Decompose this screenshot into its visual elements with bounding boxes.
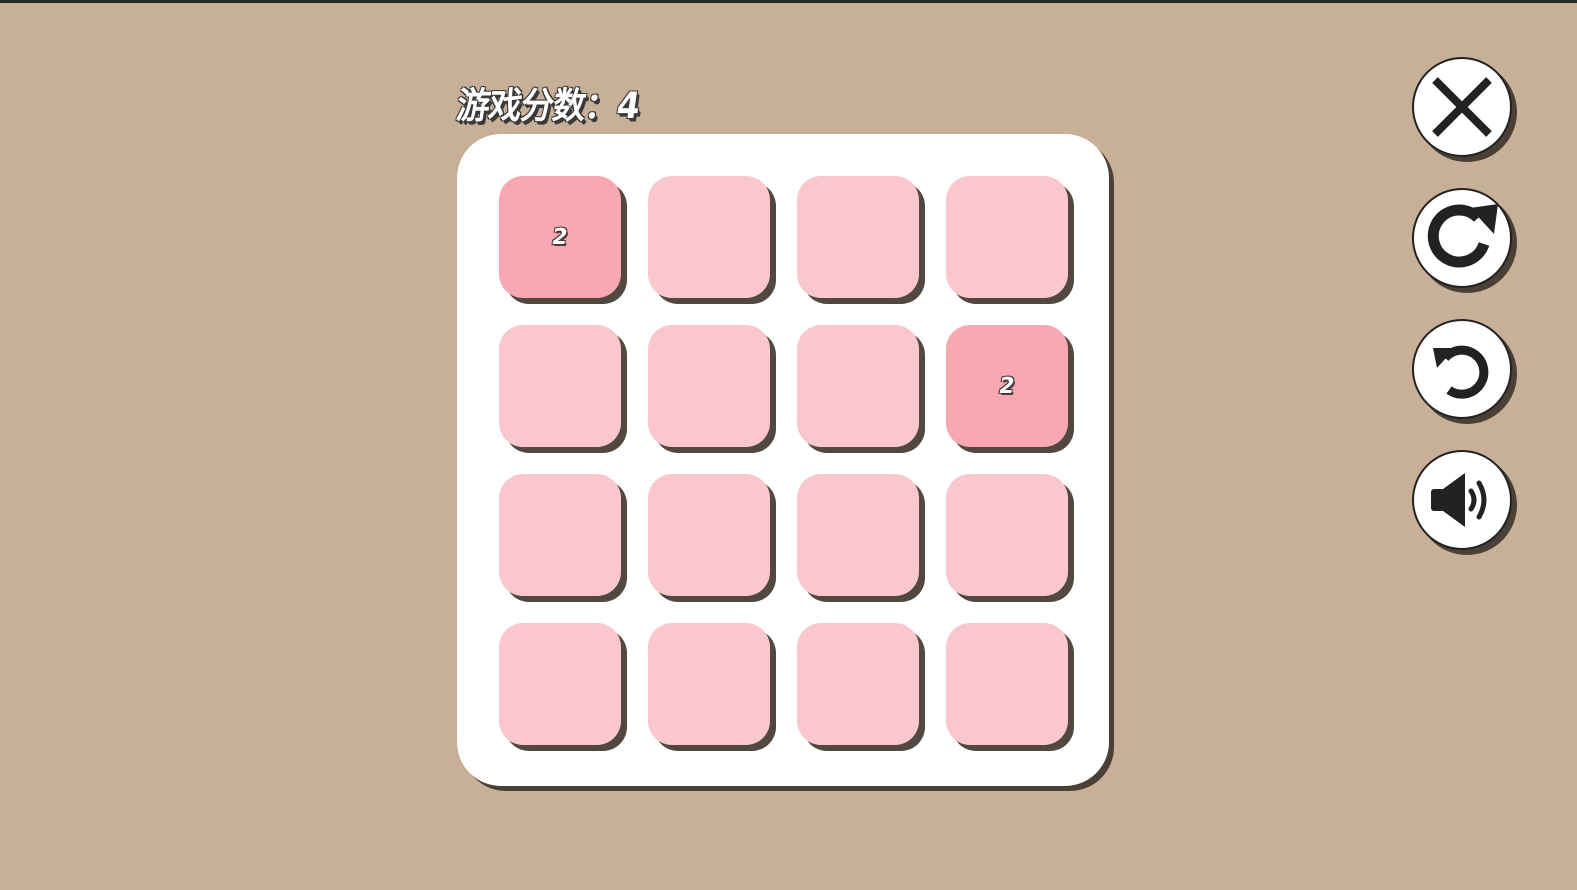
tile: 2 xyxy=(499,176,621,298)
restart-button[interactable] xyxy=(1412,188,1512,288)
undo-icon xyxy=(1433,345,1489,399)
sound-button[interactable] xyxy=(1412,450,1512,550)
tile xyxy=(648,623,770,745)
tile xyxy=(648,474,770,596)
tile xyxy=(499,623,621,745)
undo-button[interactable] xyxy=(1412,319,1512,419)
tile xyxy=(499,474,621,596)
tile xyxy=(797,325,919,447)
tile xyxy=(648,176,770,298)
tile: 2 xyxy=(946,325,1068,447)
game-board[interactable]: 22 xyxy=(457,134,1109,786)
speaker-icon xyxy=(1431,473,1487,527)
tile xyxy=(499,325,621,447)
tile xyxy=(797,474,919,596)
tile xyxy=(797,623,919,745)
close-button[interactable] xyxy=(1412,57,1512,157)
tile xyxy=(946,623,1068,745)
score-label: 游戏分数：4 xyxy=(454,84,643,127)
tile-value: 2 xyxy=(550,224,570,250)
tile xyxy=(946,176,1068,298)
tile-value: 2 xyxy=(997,373,1017,399)
redo-icon xyxy=(1427,204,1498,268)
top-border xyxy=(0,0,1577,3)
tile xyxy=(797,176,919,298)
tile xyxy=(946,474,1068,596)
tile xyxy=(648,325,770,447)
close-icon xyxy=(1432,77,1492,137)
